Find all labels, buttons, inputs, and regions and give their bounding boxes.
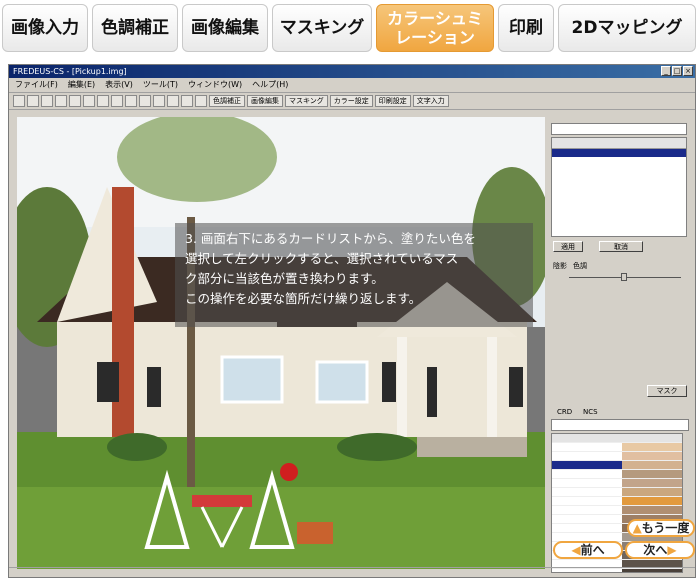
tab-masking[interactable]: マスキング	[272, 4, 372, 52]
open-file-icon[interactable]	[27, 95, 39, 107]
step-tab-bar: 画像入力 色調補正 画像編集 マスキング カラーシュミ レーション 印刷 2Dマ…	[0, 0, 700, 56]
maximize-button[interactable]: □	[672, 66, 682, 76]
toolbar-color-setting[interactable]: カラー設定	[329, 95, 373, 107]
new-file-icon[interactable]	[13, 95, 25, 107]
zoom-in-icon[interactable]	[111, 95, 123, 107]
menu-file[interactable]: ファイル(F)	[15, 78, 58, 92]
toolbar-print-setting[interactable]: 印刷設定	[374, 95, 411, 107]
app-window: FREDEUS-CS - [Pickup1.img] _ □ × ファイル(F)…	[8, 64, 696, 578]
toolbar: 色調補正 画像編集 マスキング カラー設定 印刷設定 文字入力	[9, 93, 695, 110]
pointer-icon[interactable]	[139, 95, 151, 107]
shade-label: 陰影	[553, 262, 567, 270]
magnify-icon[interactable]	[153, 95, 165, 107]
next-label: 次へ	[643, 543, 668, 557]
prev-label: 前へ	[580, 543, 605, 557]
shade-slider-thumb[interactable]	[621, 273, 627, 281]
tab-color-simulation[interactable]: カラーシュミ レーション	[376, 4, 494, 52]
hand-icon[interactable]	[167, 95, 179, 107]
cancel-button[interactable]: 取消	[599, 241, 643, 252]
image-canvas[interactable]: 3. 画面右下にあるカードリストから、塗りたい色を 選択して左クリックすると、選…	[17, 117, 545, 569]
tab-color-correction[interactable]: 色調補正	[92, 4, 178, 52]
layer-dropdown[interactable]	[551, 123, 687, 135]
toolbar-text-input[interactable]: 文字入力	[412, 95, 449, 107]
right-panel: 適用 取消 陰影 色調 マスク CRD NCS	[547, 117, 693, 573]
menu-view[interactable]: 表示(V)	[105, 78, 133, 92]
help-icon[interactable]	[195, 95, 207, 107]
mask-button[interactable]: マスク	[647, 385, 687, 397]
tab-ncs[interactable]: NCS	[583, 408, 598, 416]
menu-edit[interactable]: 編集(E)	[68, 78, 95, 92]
undo-icon[interactable]	[55, 95, 67, 107]
prev-button[interactable]: ◀前へ	[553, 541, 623, 559]
select-icon[interactable]	[83, 95, 95, 107]
tab-print[interactable]: 印刷	[498, 4, 554, 52]
toolbar-masking[interactable]: マスキング	[285, 95, 328, 107]
tab-image-edit[interactable]: 画像編集	[182, 4, 268, 52]
menu-window[interactable]: ウィンドウ(W)	[188, 78, 242, 92]
tab-2d-mapping[interactable]: 2Dマッピング	[558, 4, 696, 52]
card-select-dropdown[interactable]	[551, 419, 689, 431]
next-button[interactable]: 次へ▶	[625, 541, 695, 559]
zoom-out-icon[interactable]	[125, 95, 137, 107]
minimize-button[interactable]: _	[661, 66, 671, 76]
status-bar	[9, 567, 695, 577]
print-icon[interactable]	[181, 95, 193, 107]
mask-list[interactable]	[551, 137, 687, 237]
instruction-line-2: 選択して左クリックすると、選択されているマス	[185, 251, 459, 266]
tab-image-input[interactable]: 画像入力	[2, 4, 88, 52]
menu-help[interactable]: ヘルプ(H)	[252, 78, 288, 92]
menu-bar: ファイル(F) 編集(E) 表示(V) ツール(T) ウィンドウ(W) ヘルプ(…	[9, 78, 695, 93]
instruction-line-4: この操作を必要な箇所だけ繰り返します。	[185, 291, 422, 306]
toolbar-image-edit[interactable]: 画像編集	[247, 95, 283, 107]
move-icon[interactable]	[97, 95, 109, 107]
instruction-line-3: ク部分に当該色が置き換わります。	[185, 271, 384, 286]
tab-crd[interactable]: CRD	[557, 408, 572, 416]
instruction-overlay: 3. 画面右下にあるカードリストから、塗りたい色を 選択して左クリックすると、選…	[175, 223, 533, 327]
toolbar-color-correction[interactable]: 色調補正	[209, 95, 245, 107]
house-photo	[17, 117, 545, 569]
again-label: もう一度	[641, 521, 690, 535]
menu-tool[interactable]: ツール(T)	[143, 78, 178, 92]
instruction-line-1: 3. 画面右下にあるカードリストから、塗りたい色を	[185, 231, 476, 246]
window-title: FREDEUS-CS - [Pickup1.img]	[13, 67, 127, 76]
again-button[interactable]: ▲もう一度	[627, 519, 695, 537]
save-icon[interactable]	[41, 95, 53, 107]
redo-icon[interactable]	[69, 95, 81, 107]
close-button[interactable]: ×	[683, 66, 693, 76]
apply-button[interactable]: 適用	[553, 241, 583, 252]
window-titlebar: FREDEUS-CS - [Pickup1.img] _ □ ×	[9, 65, 695, 78]
color-label: 色調	[573, 262, 587, 270]
